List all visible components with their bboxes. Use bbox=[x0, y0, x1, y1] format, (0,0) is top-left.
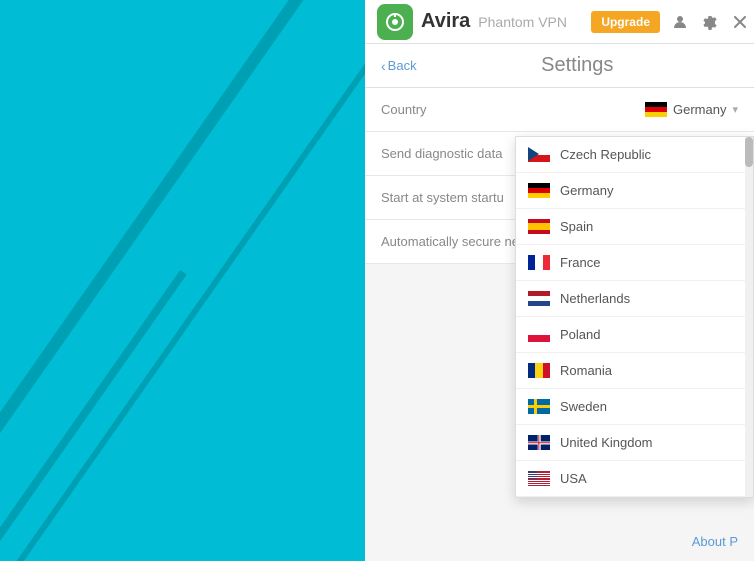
us-flag bbox=[528, 471, 550, 486]
country-label: Country bbox=[381, 102, 427, 117]
cz-flag bbox=[528, 147, 550, 162]
gb-flag bbox=[528, 435, 550, 450]
country-dropdown[interactable]: Czech Republic Germany Spain bbox=[515, 136, 754, 498]
list-item[interactable]: France bbox=[516, 245, 753, 281]
list-item[interactable]: United Kingdom bbox=[516, 425, 753, 461]
start-at-startup-label: Start at system startu bbox=[381, 190, 504, 205]
app-logo-icon bbox=[377, 4, 413, 40]
selected-country-name: Germany bbox=[673, 102, 726, 117]
app-name: Avira bbox=[421, 10, 470, 33]
es-flag bbox=[528, 219, 550, 234]
pl-flag bbox=[528, 327, 550, 342]
user-icon-button[interactable] bbox=[666, 8, 694, 36]
list-item[interactable]: Spain bbox=[516, 209, 753, 245]
app-panel: Avira Phantom VPN Upgrade bbox=[365, 0, 754, 561]
title-bar: Avira Phantom VPN Upgrade bbox=[365, 0, 754, 44]
de-flag bbox=[528, 183, 550, 198]
country-name-se: Sweden bbox=[560, 399, 607, 414]
scrollbar-track[interactable] bbox=[745, 137, 753, 497]
app-subtitle: Phantom VPN bbox=[478, 14, 567, 30]
logo-area: Avira Phantom VPN bbox=[377, 4, 567, 40]
back-button[interactable]: ‹ Back bbox=[381, 58, 417, 74]
close-button[interactable] bbox=[726, 8, 754, 36]
se-flag bbox=[528, 399, 550, 414]
settings-title: Settings bbox=[417, 54, 738, 77]
country-name-pl: Poland bbox=[560, 327, 600, 342]
country-name-es: Spain bbox=[560, 219, 593, 234]
title-bar-actions: Upgrade bbox=[591, 0, 754, 43]
settings-footer: About P bbox=[365, 523, 754, 561]
user-icon bbox=[672, 14, 688, 30]
list-item[interactable]: Romania bbox=[516, 353, 753, 389]
country-name-nl: Netherlands bbox=[560, 291, 630, 306]
country-name-fr: France bbox=[560, 255, 600, 270]
country-name-cz: Czech Republic bbox=[560, 147, 651, 162]
ro-flag bbox=[528, 363, 550, 378]
list-item[interactable]: Netherlands bbox=[516, 281, 753, 317]
country-row: Country Germany ▾ bbox=[365, 88, 754, 132]
chevron-down-icon: ▾ bbox=[732, 103, 738, 116]
settings-icon-button[interactable] bbox=[696, 8, 724, 36]
list-item[interactable]: Sweden bbox=[516, 389, 753, 425]
back-label: Back bbox=[388, 58, 417, 73]
list-item[interactable]: Germany bbox=[516, 173, 753, 209]
list-item[interactable]: USA bbox=[516, 461, 753, 497]
list-item[interactable]: Poland bbox=[516, 317, 753, 353]
gear-icon bbox=[702, 14, 718, 30]
settings-header: ‹ Back Settings bbox=[365, 44, 754, 88]
bg-line-3 bbox=[0, 270, 187, 561]
country-selector[interactable]: Germany ▾ bbox=[645, 102, 738, 117]
country-name-ro: Romania bbox=[560, 363, 612, 378]
country-name-us: USA bbox=[560, 471, 587, 486]
settings-content: Country Germany ▾ Send diagnostic data S… bbox=[365, 88, 754, 523]
list-item[interactable]: Czech Republic bbox=[516, 137, 753, 173]
bg-line-1 bbox=[0, 0, 320, 561]
scrollbar-thumb[interactable] bbox=[745, 137, 753, 167]
close-icon bbox=[734, 16, 746, 28]
country-name-de: Germany bbox=[560, 183, 613, 198]
fr-flag bbox=[528, 255, 550, 270]
country-name-gb: United Kingdom bbox=[560, 435, 653, 450]
send-diagnostic-label: Send diagnostic data bbox=[381, 146, 502, 161]
upgrade-button[interactable]: Upgrade bbox=[591, 11, 660, 33]
back-arrow-icon: ‹ bbox=[381, 58, 386, 74]
about-link[interactable]: About P bbox=[692, 534, 738, 549]
germany-flag bbox=[645, 102, 667, 117]
nl-flag bbox=[528, 291, 550, 306]
